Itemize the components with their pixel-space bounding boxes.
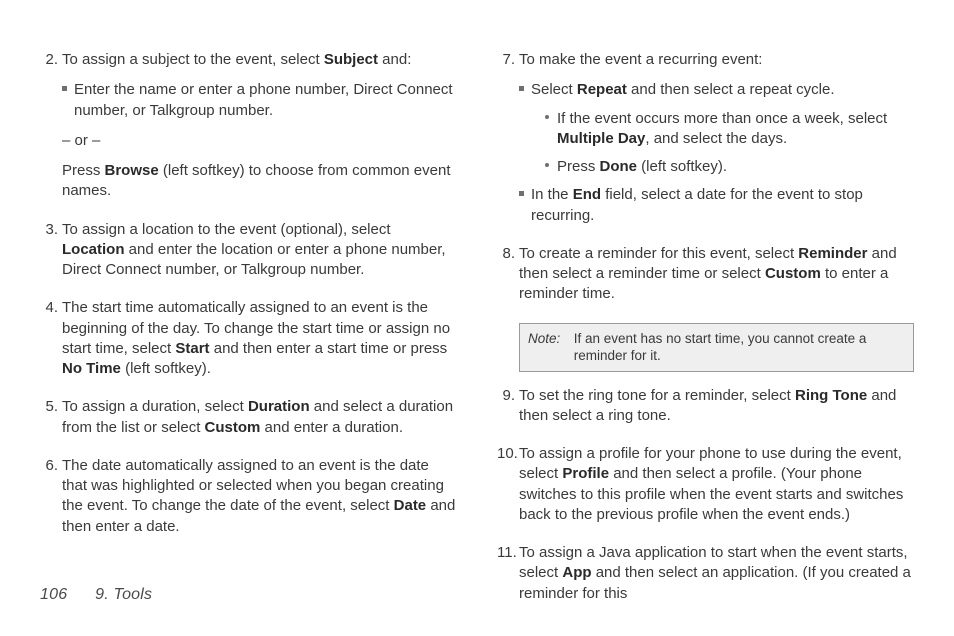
step-number: 9. bbox=[497, 386, 515, 406]
text: and then select a repeat cycle. bbox=[627, 81, 835, 98]
text: and enter a duration. bbox=[260, 419, 403, 436]
text: Press bbox=[62, 162, 105, 179]
right-step-list: 7. To make the event a recurring event: … bbox=[497, 50, 914, 305]
text: In the bbox=[531, 186, 573, 203]
step-7-sublist: Select Repeat and then select a repeat c… bbox=[519, 80, 914, 226]
text: , and select the days. bbox=[645, 130, 787, 147]
note-box: Note: If an event has no start time, you… bbox=[519, 323, 914, 372]
bullet: In the End field, select a date for the … bbox=[519, 185, 914, 226]
square-bullet-icon bbox=[519, 86, 524, 91]
left-step-list: 2. To assign a subject to the event, sel… bbox=[40, 50, 457, 537]
browse-line: Press Browse (left softkey) to choose fr… bbox=[62, 161, 457, 202]
step-2-sublist: Enter the name or enter a phone number, … bbox=[62, 80, 457, 121]
step-6: 6. The date automatically assigned to an… bbox=[40, 456, 457, 537]
step-4: 4. The start time automatically assigned… bbox=[40, 298, 457, 379]
step-number: 10. bbox=[497, 444, 515, 464]
text: To make the event a recurring event: bbox=[519, 51, 762, 68]
right-column: 7. To make the event a recurring event: … bbox=[497, 50, 914, 622]
text: To set the ring tone for a reminder, sel… bbox=[519, 387, 795, 404]
step-number: 7. bbox=[497, 50, 515, 70]
bold-browse: Browse bbox=[105, 162, 159, 179]
page-number: 106 bbox=[40, 586, 67, 603]
text: To assign a duration, select bbox=[62, 398, 248, 415]
bullet: Enter the name or enter a phone number, … bbox=[62, 80, 457, 121]
section-title: 9. Tools bbox=[95, 586, 152, 603]
step-number: 6. bbox=[40, 456, 58, 476]
step-number: 2. bbox=[40, 50, 58, 70]
bold-duration: Duration bbox=[248, 398, 310, 415]
text: (left softkey). bbox=[121, 360, 211, 377]
bold-start: Start bbox=[175, 340, 209, 357]
step-11: 11. To assign a Java application to star… bbox=[497, 543, 914, 604]
step-number: 4. bbox=[40, 298, 58, 318]
text: To assign a location to the event (optio… bbox=[62, 221, 391, 238]
sub-bullet: Press Done (left softkey). bbox=[545, 157, 914, 177]
step-8: 8. To create a reminder for this event, … bbox=[497, 244, 914, 305]
step-7: 7. To make the event a recurring event: … bbox=[497, 50, 914, 226]
bold-location: Location bbox=[62, 241, 125, 258]
step-number: 8. bbox=[497, 244, 515, 264]
step-number: 5. bbox=[40, 397, 58, 417]
step-3: 3. To assign a location to the event (op… bbox=[40, 220, 457, 281]
text: To assign a subject to the event, select bbox=[62, 51, 324, 68]
step-2: 2. To assign a subject to the event, sel… bbox=[40, 50, 457, 202]
bold-repeat: Repeat bbox=[577, 81, 627, 98]
step-2-text: To assign a subject to the event, select… bbox=[62, 51, 411, 68]
note-label: Note: bbox=[528, 330, 570, 348]
step-number: 3. bbox=[40, 220, 58, 240]
text: Press bbox=[557, 158, 600, 175]
text: Select bbox=[531, 81, 577, 98]
right-step-list-2: 9. To set the ring tone for a reminder, … bbox=[497, 386, 914, 604]
bold-ring-tone: Ring Tone bbox=[795, 387, 867, 404]
text: and: bbox=[378, 51, 411, 68]
bold-end: End bbox=[573, 186, 601, 203]
bold-profile: Profile bbox=[562, 465, 609, 482]
step-5: 5. To assign a duration, select Duration… bbox=[40, 397, 457, 438]
left-column: 2. To assign a subject to the event, sel… bbox=[40, 50, 457, 622]
sub-bullet: If the event occurs more than once a wee… bbox=[545, 109, 914, 150]
columns: 2. To assign a subject to the event, sel… bbox=[40, 50, 914, 622]
text: (left softkey). bbox=[637, 158, 727, 175]
bold-custom: Custom bbox=[205, 419, 261, 436]
bold-done: Done bbox=[600, 158, 638, 175]
note-text: If an event has no start time, you canno… bbox=[574, 330, 901, 365]
square-bullet-icon bbox=[519, 191, 524, 196]
bold-app: App bbox=[562, 564, 591, 581]
bold-custom: Custom bbox=[765, 265, 821, 282]
step-10: 10. To assign a profile for your phone t… bbox=[497, 444, 914, 525]
bold-date: Date bbox=[394, 497, 427, 514]
dot-bullet-icon bbox=[545, 163, 549, 167]
text: The date automatically assigned to an ev… bbox=[62, 457, 444, 515]
page-footer: 106 9. Tools bbox=[40, 584, 152, 606]
bullet: Select Repeat and then select a repeat c… bbox=[519, 80, 914, 177]
bullet-text: Enter the name or enter a phone number, … bbox=[74, 81, 453, 118]
or-separator: – or – bbox=[62, 131, 457, 151]
bold-reminder: Reminder bbox=[798, 245, 867, 262]
square-bullet-icon bbox=[62, 86, 67, 91]
bold-multiple-day: Multiple Day bbox=[557, 130, 645, 147]
step-number: 11. bbox=[497, 543, 515, 563]
text: and then enter a start time or press bbox=[210, 340, 448, 357]
nested-list: If the event occurs more than once a wee… bbox=[531, 109, 914, 178]
text: If the event occurs more than once a wee… bbox=[557, 110, 887, 127]
text: To create a reminder for this event, sel… bbox=[519, 245, 798, 262]
bold-subject: Subject bbox=[324, 51, 378, 68]
bold-no-time: No Time bbox=[62, 360, 121, 377]
dot-bullet-icon bbox=[545, 115, 549, 119]
page: 2. To assign a subject to the event, sel… bbox=[0, 0, 954, 636]
step-9: 9. To set the ring tone for a reminder, … bbox=[497, 386, 914, 427]
